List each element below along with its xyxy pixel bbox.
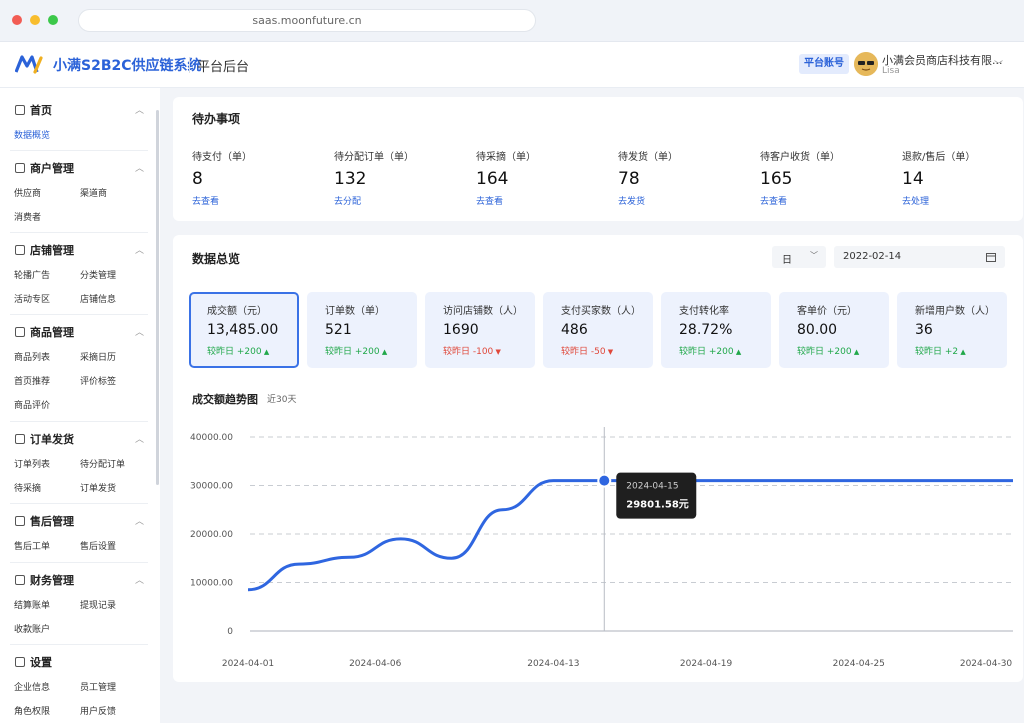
data-point-marker: [597, 473, 612, 488]
x-tick-label: 2024-04-25: [833, 659, 885, 669]
y-tick-label: 0: [227, 627, 233, 637]
revenue-trend-chart[interactable]: 40000.00 30000.00 20000.00 10000.00 0 2024-04…: [0, 0, 1024, 723]
tooltip-date: 2024-04-15: [626, 482, 678, 492]
y-tick-label: 20000.00: [190, 530, 233, 540]
tooltip-value: 29801.58元: [626, 499, 689, 511]
x-tick-label: 2024-04-13: [527, 659, 579, 669]
y-tick-label: 40000.00: [190, 433, 233, 443]
x-tick-label: 2024-04-30: [960, 659, 1013, 669]
x-tick-label: 2024-04-01: [222, 659, 274, 669]
y-tick-label: 10000.00: [190, 579, 233, 589]
chart-tooltip: [616, 472, 697, 519]
x-tick-label: 2024-04-06: [349, 659, 402, 669]
y-tick-label: 30000.00: [190, 482, 233, 492]
x-tick-label: 2024-04-19: [680, 659, 733, 669]
